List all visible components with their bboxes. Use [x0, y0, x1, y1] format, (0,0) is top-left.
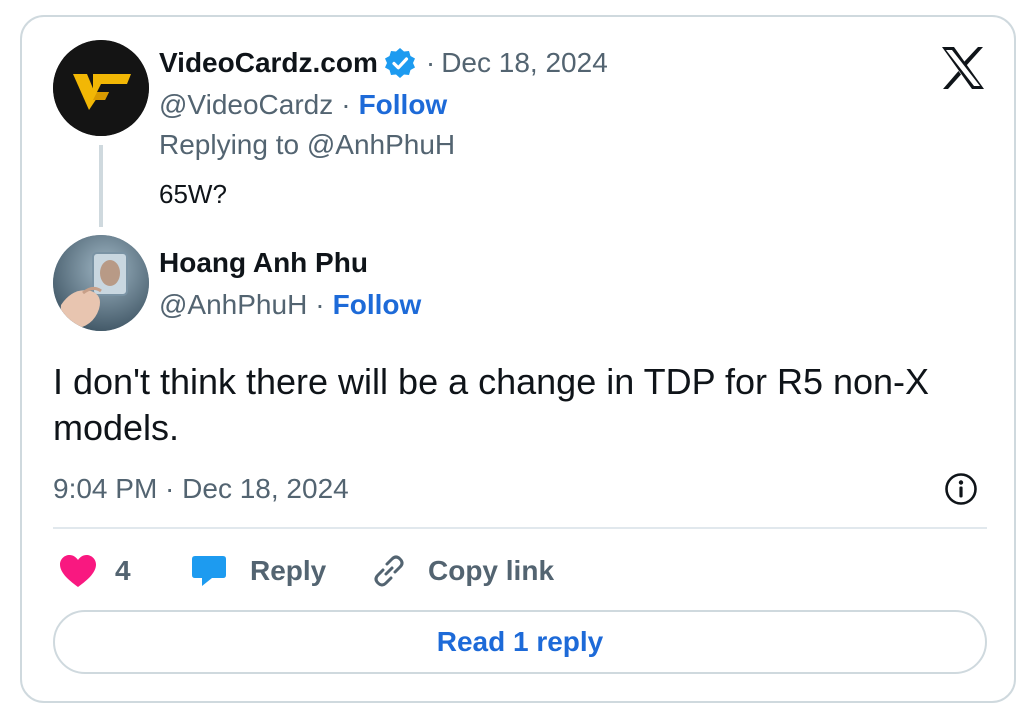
main-author-handle[interactable]: @AnhPhuH: [159, 289, 307, 321]
reply-bubble-icon: [192, 556, 226, 586]
reply-tweet-text: 65W?: [159, 179, 227, 209]
like-count: 4: [115, 555, 131, 586]
tweet-embed-card: VideoCardz.com · Dec 18, 2024 @VideoCard…: [20, 15, 1016, 703]
verified-badge-icon: [384, 48, 415, 78]
videocardz-logo-icon: [53, 40, 149, 136]
separator-dot: ·: [425, 47, 436, 78]
like-button[interactable]: 4: [59, 551, 131, 591]
reply-author-name[interactable]: VideoCardz.com: [159, 47, 378, 79]
info-icon[interactable]: [944, 472, 978, 506]
copy-link-label: Copy link: [428, 555, 555, 586]
separator-dot: ·: [341, 89, 351, 120]
replying-to-label: Replying to @AnhPhuH: [159, 129, 456, 160]
separator-dot: ·: [315, 289, 325, 320]
reply-button[interactable]: Reply: [190, 551, 326, 591]
reply-author-handle[interactable]: @VideoCardz: [159, 89, 333, 121]
reply-date[interactable]: Dec 18, 2024: [441, 47, 608, 79]
thread-connector-line: [99, 145, 103, 227]
x-logo-icon[interactable]: [940, 47, 986, 89]
tweet-timestamp[interactable]: 9:04 PM · Dec 18, 2024: [53, 469, 349, 509]
link-icon: [374, 555, 404, 587]
follow-videocardz-button[interactable]: Follow: [359, 89, 448, 121]
reply-label: Reply: [250, 555, 327, 586]
copy-link-button[interactable]: Copy link: [370, 551, 554, 591]
follow-anhphuh-button[interactable]: Follow: [333, 289, 422, 321]
main-tweet-text: I don't think there will be a change in …: [53, 361, 930, 448]
heart-icon: [60, 555, 96, 587]
main-author-name[interactable]: Hoang Anh Phu: [159, 243, 368, 283]
read-replies-button[interactable]: Read 1 reply: [53, 610, 987, 674]
videocardz-avatar[interactable]: [53, 40, 149, 136]
hoang-anh-phu-avatar[interactable]: [53, 235, 149, 331]
avatar-photo-icon: [53, 235, 149, 331]
actions-divider: [53, 527, 987, 529]
